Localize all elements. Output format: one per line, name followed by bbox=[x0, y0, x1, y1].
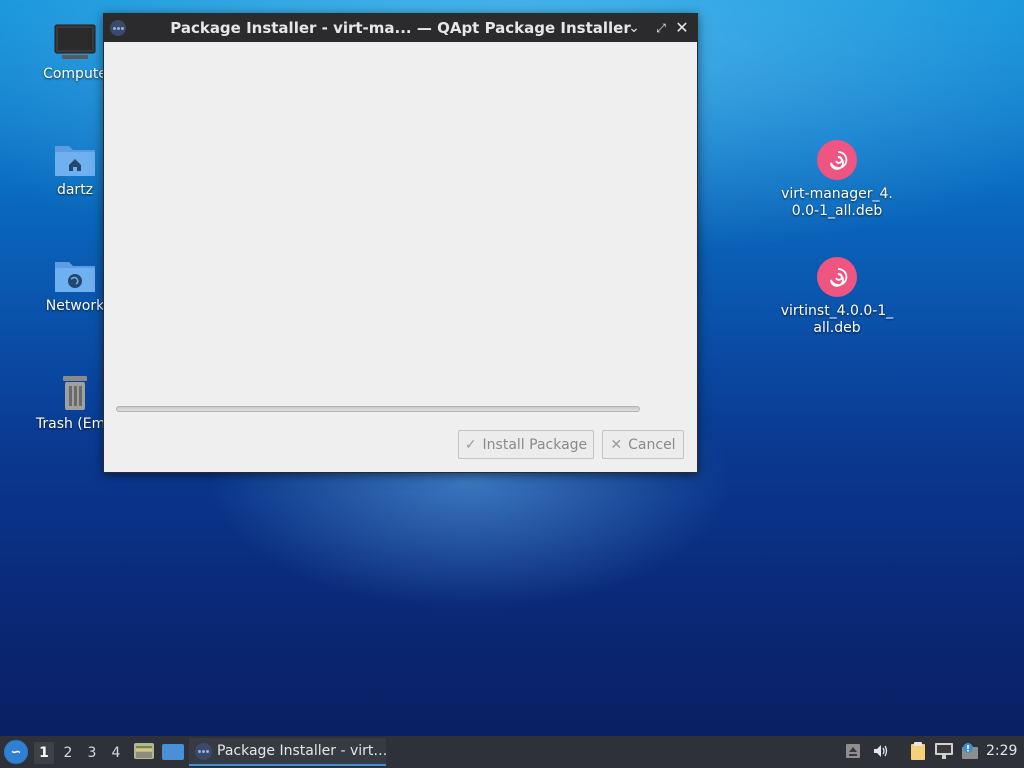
workspace-1[interactable]: 1 bbox=[34, 742, 54, 764]
start-menu-icon[interactable]: ∽ bbox=[4, 740, 28, 764]
desktop-file-virtinst[interactable]: virtinst_4.0.0-1_all.deb bbox=[781, 257, 893, 337]
desktop-file-label: virt-manager_4.0.0-1_all.deb bbox=[781, 186, 893, 219]
clipboard-icon[interactable] bbox=[908, 741, 928, 761]
network-wired-icon[interactable] bbox=[934, 742, 954, 760]
workspace-2[interactable]: 2 bbox=[58, 742, 78, 764]
home-folder-icon bbox=[55, 146, 95, 176]
file-manager-icon[interactable] bbox=[134, 742, 154, 760]
window-title: Package Installer - virt-ma... — QApt Pa… bbox=[170, 19, 631, 37]
update-notification-icon[interactable] bbox=[960, 742, 980, 760]
app-menu-icon[interactable] bbox=[110, 20, 126, 36]
x-icon: ✕ bbox=[610, 436, 623, 453]
taskbar: ∽ 1 2 3 4 Package Installer - virt… 2:29 bbox=[0, 736, 1024, 768]
desktop-icon-label: Compute bbox=[43, 66, 107, 82]
network-folder-icon bbox=[55, 262, 95, 292]
install-package-label: Install Package bbox=[482, 436, 588, 453]
window-titlebar[interactable]: Package Installer - virt-ma... — QApt Pa… bbox=[104, 14, 697, 42]
computer-icon bbox=[54, 24, 96, 59]
show-desktop-icon[interactable] bbox=[162, 744, 184, 760]
desktop-icon-label: Network bbox=[45, 298, 105, 314]
debian-package-icon bbox=[817, 257, 857, 297]
maximize-icon[interactable]: ⤢ bbox=[651, 18, 671, 38]
package-installer-window: Package Installer - virt-ma... — QApt Pa… bbox=[103, 13, 698, 473]
trash-icon bbox=[63, 376, 87, 410]
cancel-label: Cancel bbox=[628, 436, 676, 453]
desktop-icon-label: dartz bbox=[56, 182, 94, 198]
cancel-button[interactable]: ✕ Cancel bbox=[602, 430, 684, 459]
clock[interactable]: 2:29 bbox=[986, 743, 1017, 759]
desktop-file-label: virtinst_4.0.0-1_all.deb bbox=[780, 303, 894, 336]
install-package-button[interactable]: ✓ Install Package bbox=[458, 430, 594, 459]
volume-icon[interactable] bbox=[872, 743, 888, 759]
task-label: Package Installer - virt… bbox=[217, 743, 388, 759]
checkmark-icon: ✓ bbox=[464, 436, 477, 453]
workspace-3[interactable]: 3 bbox=[82, 742, 102, 764]
eject-icon[interactable] bbox=[845, 743, 861, 759]
desktop-file-virt-manager[interactable]: virt-manager_4.0.0-1_all.deb bbox=[781, 140, 893, 220]
task-app-icon bbox=[195, 743, 212, 760]
progress-bar bbox=[116, 406, 640, 412]
close-icon[interactable]: ✕ bbox=[672, 18, 692, 38]
taskbar-task-package-installer[interactable]: Package Installer - virt… bbox=[189, 738, 388, 766]
workspace-4[interactable]: 4 bbox=[106, 742, 126, 764]
minimize-icon[interactable]: ⌄ bbox=[624, 18, 644, 38]
debian-package-icon bbox=[817, 140, 857, 180]
